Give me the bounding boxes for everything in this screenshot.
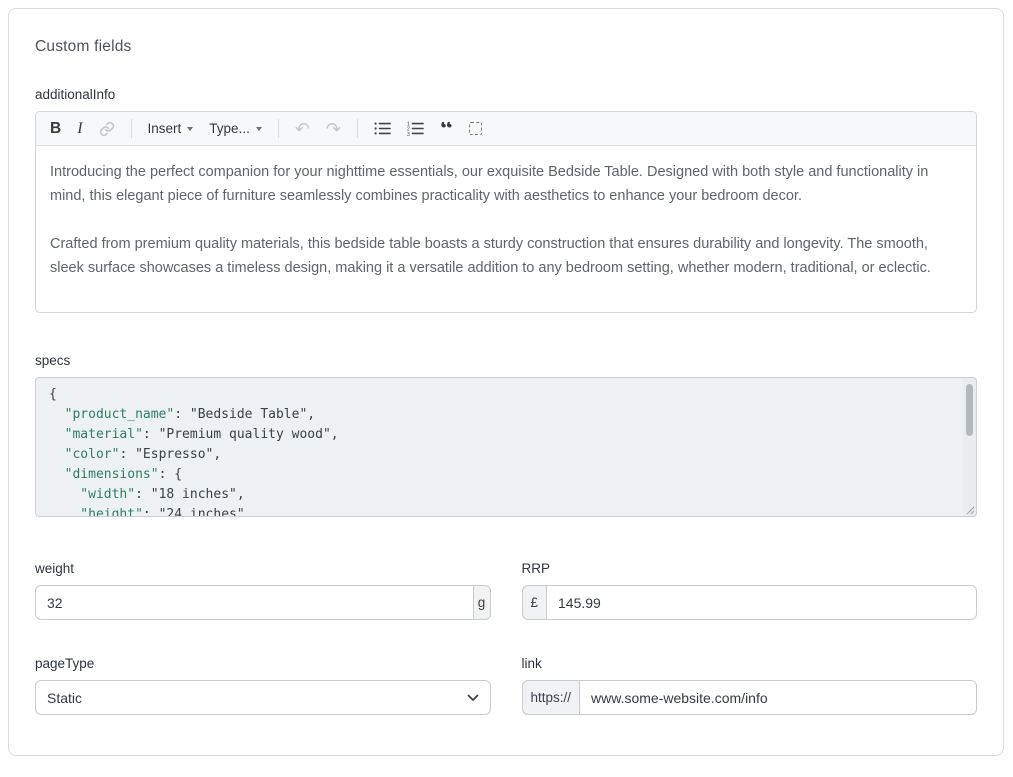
weight-label: weight <box>35 561 491 576</box>
type-dropdown[interactable]: Type... <box>209 122 262 136</box>
chevron-down-icon <box>256 127 262 131</box>
rich-text-editor: B I Insert Type... ↶ <box>35 111 977 313</box>
page-type-label: pageType <box>35 656 491 671</box>
toolbar-divider <box>278 119 279 138</box>
editor-content-area[interactable]: Introducing the perfect companion for yo… <box>36 146 976 312</box>
field-specs: specs { "product_name": "Bedside Table",… <box>35 353 977 517</box>
field-weight: weight g <box>35 561 491 620</box>
field-link: link https:// <box>522 656 978 715</box>
numbered-list-icon[interactable]: 1 2 3 <box>407 121 424 136</box>
editor-toolbar: B I Insert Type... ↶ <box>36 112 976 146</box>
scrollbar-thumb[interactable] <box>966 384 973 436</box>
code-line: "product_name": "Bedside Table", <box>49 407 315 422</box>
link-input[interactable] <box>579 680 977 715</box>
redo-icon[interactable]: ↷ <box>326 120 341 138</box>
code-line: "dimensions": { <box>49 467 182 482</box>
bullet-list-icon[interactable] <box>374 121 391 136</box>
insert-dropdown-label: Insert <box>148 122 182 136</box>
toolbar-divider <box>357 119 358 138</box>
field-rrp: RRP £ <box>522 561 978 620</box>
page-title: Custom fields <box>35 9 977 56</box>
specs-code: { "product_name": "Bedside Table", "mate… <box>36 378 976 517</box>
resize-grip-icon[interactable] <box>965 505 975 515</box>
toolbar-divider <box>131 119 132 138</box>
svg-text:3: 3 <box>407 132 410 136</box>
page-type-select[interactable]: Static <box>35 680 491 715</box>
field-additional-info: additionalInfo B I Insert Type... <box>35 87 977 313</box>
insert-dropdown[interactable]: Insert <box>148 122 194 136</box>
specs-label: specs <box>35 353 977 368</box>
scrollbar-track[interactable] <box>963 378 976 516</box>
protocol-addon: https:// <box>522 680 581 715</box>
code-line: "width": "18 inches", <box>49 487 245 502</box>
link-icon[interactable] <box>99 121 115 137</box>
link-label: link <box>522 656 978 671</box>
rrp-label: RRP <box>522 561 978 576</box>
code-line: "color": "Espresso", <box>49 447 221 462</box>
chevron-down-icon <box>187 127 193 131</box>
currency-addon: £ <box>522 585 548 620</box>
dashed-box-icon[interactable] <box>469 122 482 135</box>
type-dropdown-label: Type... <box>209 122 250 136</box>
form-row: pageType Static link https:// <box>35 656 977 715</box>
editor-paragraph: Introducing the perfect companion for yo… <box>50 160 962 208</box>
undo-icon[interactable]: ↶ <box>295 120 310 138</box>
weight-unit-addon: g <box>473 585 491 620</box>
italic-button[interactable]: I <box>77 121 82 137</box>
specs-code-textarea[interactable]: { "product_name": "Bedside Table", "mate… <box>35 377 977 517</box>
code-line: "material": "Premium quality wood", <box>49 427 339 442</box>
field-page-type: pageType Static <box>35 656 491 715</box>
blockquote-icon[interactable]: “ <box>440 122 453 136</box>
code-line: { "product_name": "Bedside Table", "mate… <box>49 387 339 517</box>
editor-paragraph: Crafted from premium quality materials, … <box>50 232 962 280</box>
bold-button[interactable]: B <box>50 121 61 137</box>
rrp-input[interactable] <box>546 585 977 620</box>
form-row: weight g RRP £ <box>35 561 977 620</box>
weight-input[interactable] <box>35 585 474 620</box>
code-line: "height": "24 inches" <box>49 507 245 517</box>
custom-fields-card: Custom fields additionalInfo B I Insert <box>8 8 1004 756</box>
additional-info-label: additionalInfo <box>35 87 977 102</box>
